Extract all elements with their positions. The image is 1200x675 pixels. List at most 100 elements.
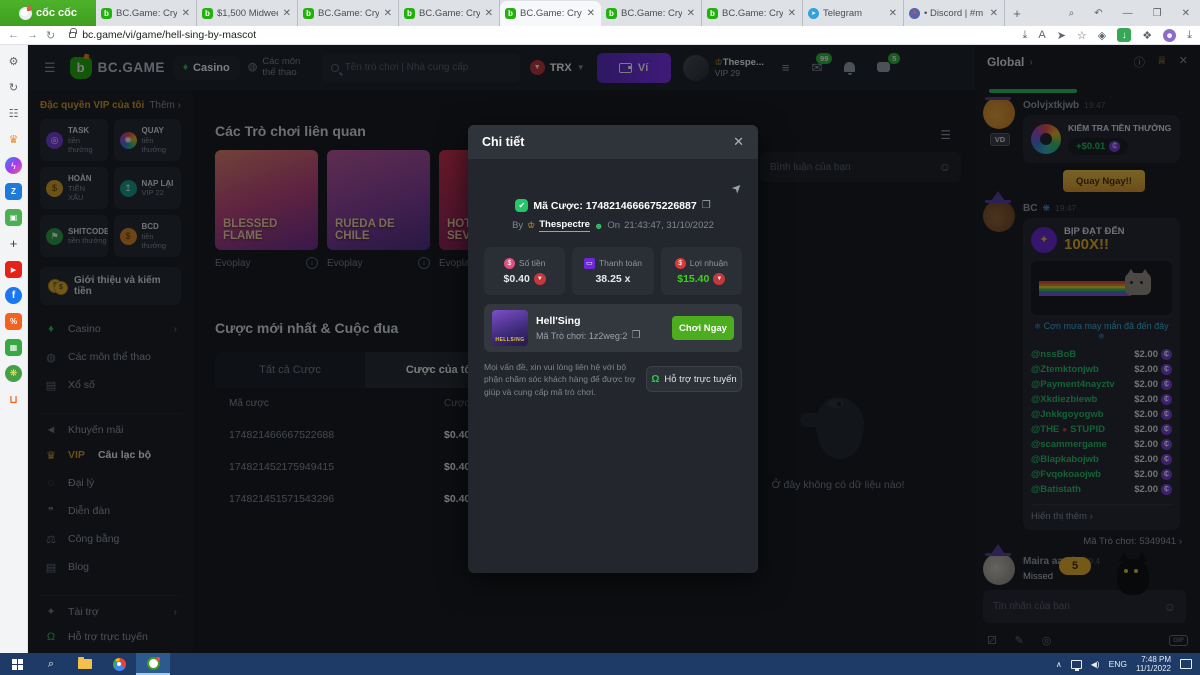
browser-tab[interactable]: BC.Game: Crypto ✕ bbox=[399, 0, 500, 26]
tab-title: BC.Game: Crypto bbox=[722, 7, 783, 19]
recent-tabs-icon[interactable]: ↶ bbox=[1084, 8, 1112, 19]
headset-icon: Ω bbox=[651, 373, 660, 385]
clock[interactable]: 7:48 PM 11/1/2022 bbox=[1136, 655, 1171, 673]
trx-coin-icon: ▼ bbox=[533, 272, 546, 285]
bookmark-star-icon[interactable]: ☆ bbox=[1077, 29, 1087, 42]
browser-tab[interactable]: BC.Game: Crypto ✕ bbox=[500, 1, 601, 26]
tab-close-icon[interactable]: ✕ bbox=[888, 8, 898, 19]
tab-title: • Discord | #m bbox=[924, 7, 984, 19]
bettor-name[interactable]: Thespectre bbox=[539, 219, 590, 232]
action-center-icon[interactable] bbox=[1180, 659, 1192, 669]
trx-coin-icon: ▼ bbox=[713, 272, 726, 285]
tab-title: BC.Game: Crypto bbox=[116, 7, 177, 19]
browser-tab[interactable]: BC.Game: Crypto ✕ bbox=[601, 0, 702, 26]
browser-profile-icon[interactable]: ☻ bbox=[1163, 28, 1177, 42]
tab-strip: BC.Game: Crypto ✕ $1,500 Midweek ✕ BC.Ga… bbox=[96, 0, 1005, 26]
sidebar-app-icon[interactable]: ▶ bbox=[5, 261, 22, 278]
language-indicator[interactable]: ENG bbox=[1109, 659, 1127, 669]
adblock-shield-icon[interactable]: ◈ bbox=[1098, 29, 1106, 42]
verified-icon: ✔ bbox=[515, 199, 529, 212]
sidebar-app-icon[interactable]: f bbox=[5, 287, 22, 304]
sidebar-app-icon[interactable]: ☷ bbox=[5, 105, 22, 122]
sidebar-app-icon[interactable]: ⚙ bbox=[5, 53, 22, 70]
tab-close-icon[interactable]: ✕ bbox=[586, 8, 596, 19]
bcgame-site: ☰ b BC.GAME ♦ Casino ◍ Các môn thể thao … bbox=[28, 45, 1200, 653]
minimize-button[interactable]: — bbox=[1113, 8, 1143, 19]
tab-search-icon[interactable]: ⌕ bbox=[1059, 8, 1085, 19]
live-support-button[interactable]: Ω Hỗ trợ trực tuyến bbox=[646, 366, 742, 393]
close-window-button[interactable]: ✕ bbox=[1172, 8, 1200, 19]
windows-taskbar: ⌕ ∧ ◀) ENG 7:48 PM 11/1/2022 bbox=[0, 653, 1200, 675]
coccoc-taskbar-icon[interactable] bbox=[136, 653, 170, 675]
modal-close-icon[interactable]: ✕ bbox=[733, 134, 744, 150]
translate-icon[interactable]: A bbox=[1038, 29, 1045, 41]
tab-close-icon[interactable]: ✕ bbox=[181, 8, 191, 19]
sidebar-app-icon[interactable]: ↻ bbox=[5, 79, 22, 96]
tray-expand-icon[interactable]: ∧ bbox=[1056, 660, 1062, 669]
save-page-icon[interactable]: ⤓ bbox=[1022, 29, 1027, 42]
sidebar-app-icon[interactable]: + bbox=[5, 235, 22, 252]
network-icon[interactable] bbox=[1070, 659, 1082, 671]
sidebar-app-icon[interactable]: ▣ bbox=[5, 209, 22, 226]
tab-favicon bbox=[606, 7, 617, 19]
tab-close-icon[interactable]: ✕ bbox=[787, 8, 797, 19]
start-button[interactable] bbox=[0, 653, 34, 675]
browser-tab[interactable]: BC.Game: Crypto ✕ bbox=[702, 0, 803, 26]
lock-icon bbox=[69, 28, 78, 38]
stat-icon: $ bbox=[503, 257, 515, 269]
tab-close-icon[interactable]: ✕ bbox=[282, 8, 292, 19]
tab-close-icon[interactable]: ✕ bbox=[989, 8, 999, 19]
volume-icon[interactable]: ◀) bbox=[1091, 660, 1100, 669]
browser-tab[interactable]: $1,500 Midweek ✕ bbox=[197, 0, 298, 26]
back-icon[interactable]: ← bbox=[8, 29, 19, 41]
new-tab-button[interactable]: + bbox=[1005, 0, 1029, 26]
file-explorer-icon[interactable] bbox=[68, 653, 102, 675]
sidebar-app-icon[interactable]: ♛ bbox=[5, 131, 22, 148]
maximize-button[interactable]: ❐ bbox=[1143, 8, 1172, 19]
tab-favicon bbox=[909, 7, 920, 19]
sidebar-app-icon[interactable]: ⊔ bbox=[5, 391, 22, 408]
play-now-button[interactable]: Chơi Ngay bbox=[672, 316, 734, 340]
copy-icon[interactable]: ❐ bbox=[702, 200, 711, 211]
browser-tab[interactable]: BC.Game: Crypto ✕ bbox=[298, 0, 399, 26]
extensions-icon[interactable]: ❖ bbox=[1142, 29, 1152, 42]
downloads-tray-icon[interactable]: ⤓ bbox=[1187, 29, 1192, 42]
game-row: HELLSING Hell'Sing Mã Trò chơi: 1z2weg:2… bbox=[484, 304, 742, 352]
tab-close-icon[interactable]: ✕ bbox=[686, 8, 696, 19]
sidebar-app-icon[interactable]: ϟ bbox=[5, 157, 22, 174]
tab-favicon bbox=[505, 8, 516, 19]
sidebar-app-icon[interactable]: Z bbox=[5, 183, 22, 200]
copy-icon[interactable]: ❐ bbox=[631, 330, 640, 341]
tab-favicon bbox=[202, 7, 213, 19]
forward-icon[interactable]: → bbox=[27, 29, 38, 41]
share-icon[interactable]: ➤ bbox=[1057, 29, 1066, 42]
game-id: Mã Trò chơi: 1z2weg:2 bbox=[536, 330, 628, 341]
sidebar-app-icon[interactable]: ▦ bbox=[5, 339, 22, 356]
game-thumbnail[interactable]: HELLSING bbox=[492, 310, 528, 346]
sidebar-app-icon[interactable]: ❋ bbox=[5, 365, 22, 382]
bet-stat: $ Lợi nhuận $15.40 ▼ bbox=[660, 247, 742, 295]
share-bet-icon[interactable]: ➤ bbox=[728, 179, 745, 196]
url-box[interactable] bbox=[63, 28, 623, 41]
bet-id: Mã Cược: 1748214666675226887 bbox=[533, 199, 697, 212]
download-manager-icon[interactable]: ↓ bbox=[1117, 28, 1132, 42]
browser-tab[interactable]: Telegram ✕ bbox=[803, 0, 904, 26]
browser-tab[interactable]: BC.Game: Crypto ✕ bbox=[96, 0, 197, 26]
coccoc-brand[interactable]: cốc cốc bbox=[0, 0, 96, 26]
sidebar-app-icon[interactable]: % bbox=[5, 313, 22, 330]
tab-title: Telegram bbox=[823, 7, 863, 19]
taskbar-search-icon[interactable]: ⌕ bbox=[34, 653, 68, 675]
reload-icon[interactable]: ↻ bbox=[46, 29, 55, 42]
tab-close-icon[interactable]: ✕ bbox=[484, 8, 494, 19]
url-input[interactable] bbox=[82, 29, 603, 41]
tab-title: BC.Game: Crypto bbox=[520, 8, 582, 19]
bet-stats: $Số tiền $0.40▼ ▭Thanh toán 38.25 x▼ $Lợ… bbox=[484, 247, 742, 295]
stat-icon: ▭ bbox=[583, 257, 595, 269]
modal-header: Chi tiết ✕ bbox=[468, 125, 758, 159]
browser-tab-bar: cốc cốc BC.Game: Crypto ✕ $1,500 Midweek… bbox=[0, 0, 1200, 26]
system-tray: ∧ ◀) ENG 7:48 PM 11/1/2022 bbox=[1056, 655, 1200, 673]
tab-close-icon[interactable]: ✕ bbox=[383, 8, 393, 19]
chrome-icon[interactable] bbox=[102, 653, 136, 675]
bet-details-modal: Chi tiết ✕ ➤ ✔ Mã Cược: 1748214666675226… bbox=[468, 125, 758, 573]
browser-tab[interactable]: • Discord | #m ✕ bbox=[904, 0, 1005, 26]
